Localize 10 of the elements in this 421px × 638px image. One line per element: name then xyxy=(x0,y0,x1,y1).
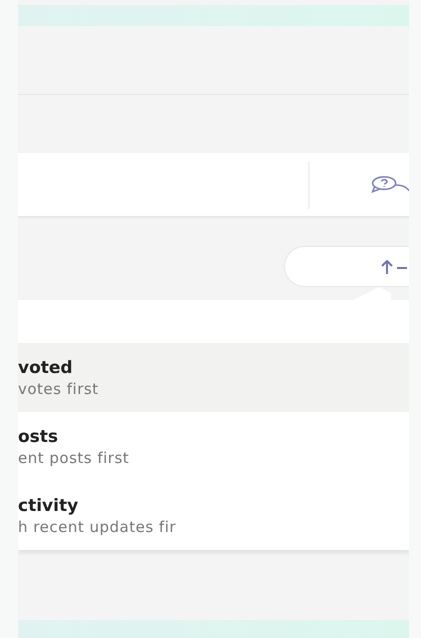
option-description: ent posts first xyxy=(18,448,130,466)
option-description: votes first xyxy=(18,380,99,398)
sort-option[interactable]: ctivity h recent updates fir xyxy=(18,481,409,550)
option-title: ctivity xyxy=(18,496,78,516)
option-title: osts xyxy=(18,426,58,446)
sort-arrows-icon xyxy=(381,260,407,274)
sort-option[interactable]: voted votes first xyxy=(18,343,409,412)
option-title: voted xyxy=(18,358,73,378)
option-description: h recent updates fir xyxy=(18,518,176,536)
sort-option[interactable]: osts ent posts first xyxy=(18,412,409,481)
